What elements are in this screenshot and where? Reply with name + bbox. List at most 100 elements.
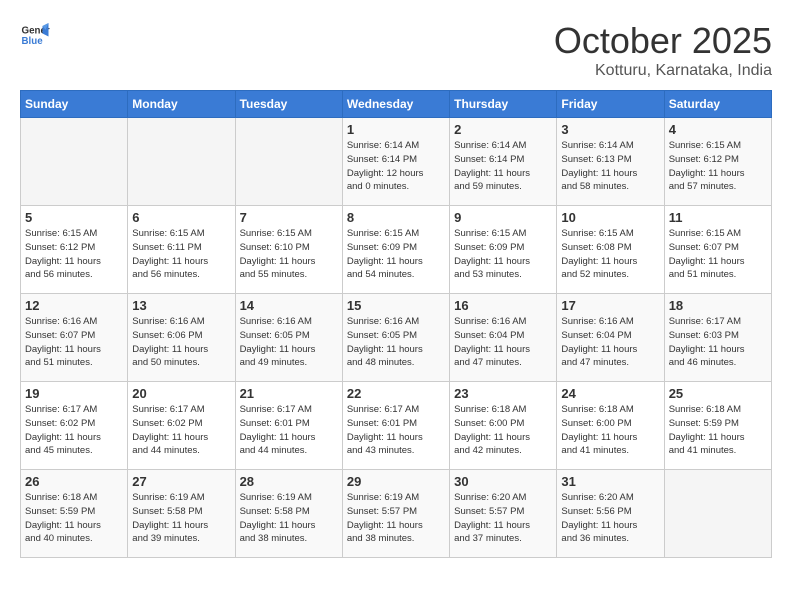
day-info: Sunrise: 6:16 AM Sunset: 6:04 PM Dayligh… bbox=[454, 315, 552, 370]
calendar-subtitle: Kotturu, Karnataka, India bbox=[554, 62, 772, 80]
weekday-header-row: SundayMondayTuesdayWednesdayThursdayFrid… bbox=[21, 91, 772, 118]
day-number: 10 bbox=[561, 210, 659, 225]
day-number: 22 bbox=[347, 386, 445, 401]
day-number: 14 bbox=[240, 298, 338, 313]
calendar-cell: 14 Sunrise: 6:16 AM Sunset: 6:05 PM Dayli… bbox=[235, 294, 342, 382]
calendar-cell: 8Sunrise: 6:15 AM Sunset: 6:09 PM Daylig… bbox=[342, 206, 449, 294]
day-number: 9 bbox=[454, 210, 552, 225]
calendar-cell: 2Sunrise: 6:14 AM Sunset: 6:14 PM Daylig… bbox=[450, 118, 557, 206]
logo-icon: General Blue bbox=[20, 20, 50, 50]
day-info: Sunrise: 6:19 AM Sunset: 5:58 PM Dayligh… bbox=[240, 491, 338, 546]
day-info: Sunrise: 6:17 AM Sunset: 6:02 PM Dayligh… bbox=[132, 403, 230, 458]
calendar-title: October 2025 bbox=[554, 20, 772, 62]
day-number: 4 bbox=[669, 122, 767, 137]
day-info: Sunrise: 6:18 AM Sunset: 5:59 PM Dayligh… bbox=[669, 403, 767, 458]
calendar-cell bbox=[664, 470, 771, 558]
calendar-cell: 28 Sunrise: 6:19 AM Sunset: 5:58 PM Dayli… bbox=[235, 470, 342, 558]
weekday-thursday: Thursday bbox=[450, 91, 557, 118]
day-info: Sunrise: 6:20 AM Sunset: 5:56 PM Dayligh… bbox=[561, 491, 659, 546]
week-row-2: 5Sunrise: 6:15 AM Sunset: 6:12 PM Daylig… bbox=[21, 206, 772, 294]
day-number: 12 bbox=[25, 298, 123, 313]
calendar-cell: 21 Sunrise: 6:17 AM Sunset: 6:01 PM Dayli… bbox=[235, 382, 342, 470]
day-number: 25 bbox=[669, 386, 767, 401]
svg-text:Blue: Blue bbox=[22, 36, 44, 47]
day-info: Sunrise: 6:17 AM Sunset: 6:01 PM Dayligh… bbox=[347, 403, 445, 458]
day-number: 26 bbox=[25, 474, 123, 489]
day-info: Sunrise: 6:16 AM Sunset: 6:07 PM Dayligh… bbox=[25, 315, 123, 370]
calendar-cell: 15Sunrise: 6:16 AM Sunset: 6:05 PM Dayli… bbox=[342, 294, 449, 382]
day-info: Sunrise: 6:18 AM Sunset: 5:59 PM Dayligh… bbox=[25, 491, 123, 546]
calendar-cell: 10Sunrise: 6:15 AM Sunset: 6:08 PM Dayli… bbox=[557, 206, 664, 294]
calendar-cell: 27 Sunrise: 6:19 AM Sunset: 5:58 PM Dayli… bbox=[128, 470, 235, 558]
day-number: 6 bbox=[132, 210, 230, 225]
calendar-cell bbox=[21, 118, 128, 206]
calendar-cell: 19Sunrise: 6:17 AM Sunset: 6:02 PM Dayli… bbox=[21, 382, 128, 470]
calendar-cell bbox=[128, 118, 235, 206]
calendar-cell: 13 Sunrise: 6:16 AM Sunset: 6:06 PM Dayli… bbox=[128, 294, 235, 382]
day-info: Sunrise: 6:19 AM Sunset: 5:57 PM Dayligh… bbox=[347, 491, 445, 546]
calendar-cell: 9 Sunrise: 6:15 AM Sunset: 6:09 PM Daylig… bbox=[450, 206, 557, 294]
day-number: 17 bbox=[561, 298, 659, 313]
weekday-saturday: Saturday bbox=[664, 91, 771, 118]
weekday-sunday: Sunday bbox=[21, 91, 128, 118]
calendar-cell bbox=[235, 118, 342, 206]
calendar-cell: 23 Sunrise: 6:18 AM Sunset: 6:00 PM Dayli… bbox=[450, 382, 557, 470]
day-info: Sunrise: 6:15 AM Sunset: 6:12 PM Dayligh… bbox=[669, 139, 767, 194]
day-number: 7 bbox=[240, 210, 338, 225]
day-number: 24 bbox=[561, 386, 659, 401]
title-block: October 2025 Kotturu, Karnataka, India bbox=[554, 20, 772, 80]
day-info: Sunrise: 6:16 AM Sunset: 6:05 PM Dayligh… bbox=[240, 315, 338, 370]
day-number: 8 bbox=[347, 210, 445, 225]
calendar-cell: 17 Sunrise: 6:16 AM Sunset: 6:04 PM Dayli… bbox=[557, 294, 664, 382]
day-number: 29 bbox=[347, 474, 445, 489]
day-info: Sunrise: 6:16 AM Sunset: 6:04 PM Dayligh… bbox=[561, 315, 659, 370]
calendar-cell: 22 Sunrise: 6:17 AM Sunset: 6:01 PM Dayli… bbox=[342, 382, 449, 470]
day-number: 15 bbox=[347, 298, 445, 313]
weekday-tuesday: Tuesday bbox=[235, 91, 342, 118]
day-info: Sunrise: 6:15 AM Sunset: 6:10 PM Dayligh… bbox=[240, 227, 338, 282]
calendar-cell: 25 Sunrise: 6:18 AM Sunset: 5:59 PM Dayli… bbox=[664, 382, 771, 470]
day-number: 11 bbox=[669, 210, 767, 225]
weekday-wednesday: Wednesday bbox=[342, 91, 449, 118]
day-info: Sunrise: 6:18 AM Sunset: 6:00 PM Dayligh… bbox=[454, 403, 552, 458]
day-number: 21 bbox=[240, 386, 338, 401]
day-info: Sunrise: 6:17 AM Sunset: 6:01 PM Dayligh… bbox=[240, 403, 338, 458]
day-info: Sunrise: 6:18 AM Sunset: 6:00 PM Dayligh… bbox=[561, 403, 659, 458]
day-info: Sunrise: 6:16 AM Sunset: 6:06 PM Dayligh… bbox=[132, 315, 230, 370]
day-number: 13 bbox=[132, 298, 230, 313]
calendar-cell: 3Sunrise: 6:14 AM Sunset: 6:13 PM Daylig… bbox=[557, 118, 664, 206]
week-row-5: 26 Sunrise: 6:18 AM Sunset: 5:59 PM Dayli… bbox=[21, 470, 772, 558]
logo: General Blue bbox=[20, 20, 50, 50]
weekday-monday: Monday bbox=[128, 91, 235, 118]
day-info: Sunrise: 6:15 AM Sunset: 6:07 PM Dayligh… bbox=[669, 227, 767, 282]
day-number: 3 bbox=[561, 122, 659, 137]
day-number: 30 bbox=[454, 474, 552, 489]
day-info: Sunrise: 6:14 AM Sunset: 6:14 PM Dayligh… bbox=[347, 139, 445, 194]
week-row-3: 12 Sunrise: 6:16 AM Sunset: 6:07 PM Dayli… bbox=[21, 294, 772, 382]
calendar-cell: 30 Sunrise: 6:20 AM Sunset: 5:57 PM Dayli… bbox=[450, 470, 557, 558]
day-number: 19 bbox=[25, 386, 123, 401]
day-info: Sunrise: 6:17 AM Sunset: 6:03 PM Dayligh… bbox=[669, 315, 767, 370]
day-info: Sunrise: 6:15 AM Sunset: 6:09 PM Dayligh… bbox=[454, 227, 552, 282]
day-info: Sunrise: 6:19 AM Sunset: 5:58 PM Dayligh… bbox=[132, 491, 230, 546]
calendar-cell: 24 Sunrise: 6:18 AM Sunset: 6:00 PM Dayli… bbox=[557, 382, 664, 470]
day-number: 20 bbox=[132, 386, 230, 401]
calendar-cell: 16 Sunrise: 6:16 AM Sunset: 6:04 PM Dayli… bbox=[450, 294, 557, 382]
day-number: 27 bbox=[132, 474, 230, 489]
week-row-1: 1 Sunrise: 6:14 AM Sunset: 6:14 PM Daylig… bbox=[21, 118, 772, 206]
calendar-cell: 29 Sunrise: 6:19 AM Sunset: 5:57 PM Dayli… bbox=[342, 470, 449, 558]
calendar-table: SundayMondayTuesdayWednesdayThursdayFrid… bbox=[20, 90, 772, 558]
calendar-cell: 5Sunrise: 6:15 AM Sunset: 6:12 PM Daylig… bbox=[21, 206, 128, 294]
day-number: 16 bbox=[454, 298, 552, 313]
calendar-cell: 6 Sunrise: 6:15 AM Sunset: 6:11 PM Daylig… bbox=[128, 206, 235, 294]
page-header: General Blue October 2025 Kotturu, Karna… bbox=[20, 20, 772, 80]
calendar-cell: 7 Sunrise: 6:15 AM Sunset: 6:10 PM Daylig… bbox=[235, 206, 342, 294]
day-number: 1 bbox=[347, 122, 445, 137]
day-number: 28 bbox=[240, 474, 338, 489]
day-info: Sunrise: 6:20 AM Sunset: 5:57 PM Dayligh… bbox=[454, 491, 552, 546]
calendar-cell: 20 Sunrise: 6:17 AM Sunset: 6:02 PM Dayli… bbox=[128, 382, 235, 470]
weekday-friday: Friday bbox=[557, 91, 664, 118]
calendar-cell: 1 Sunrise: 6:14 AM Sunset: 6:14 PM Daylig… bbox=[342, 118, 449, 206]
day-info: Sunrise: 6:15 AM Sunset: 6:11 PM Dayligh… bbox=[132, 227, 230, 282]
day-number: 23 bbox=[454, 386, 552, 401]
